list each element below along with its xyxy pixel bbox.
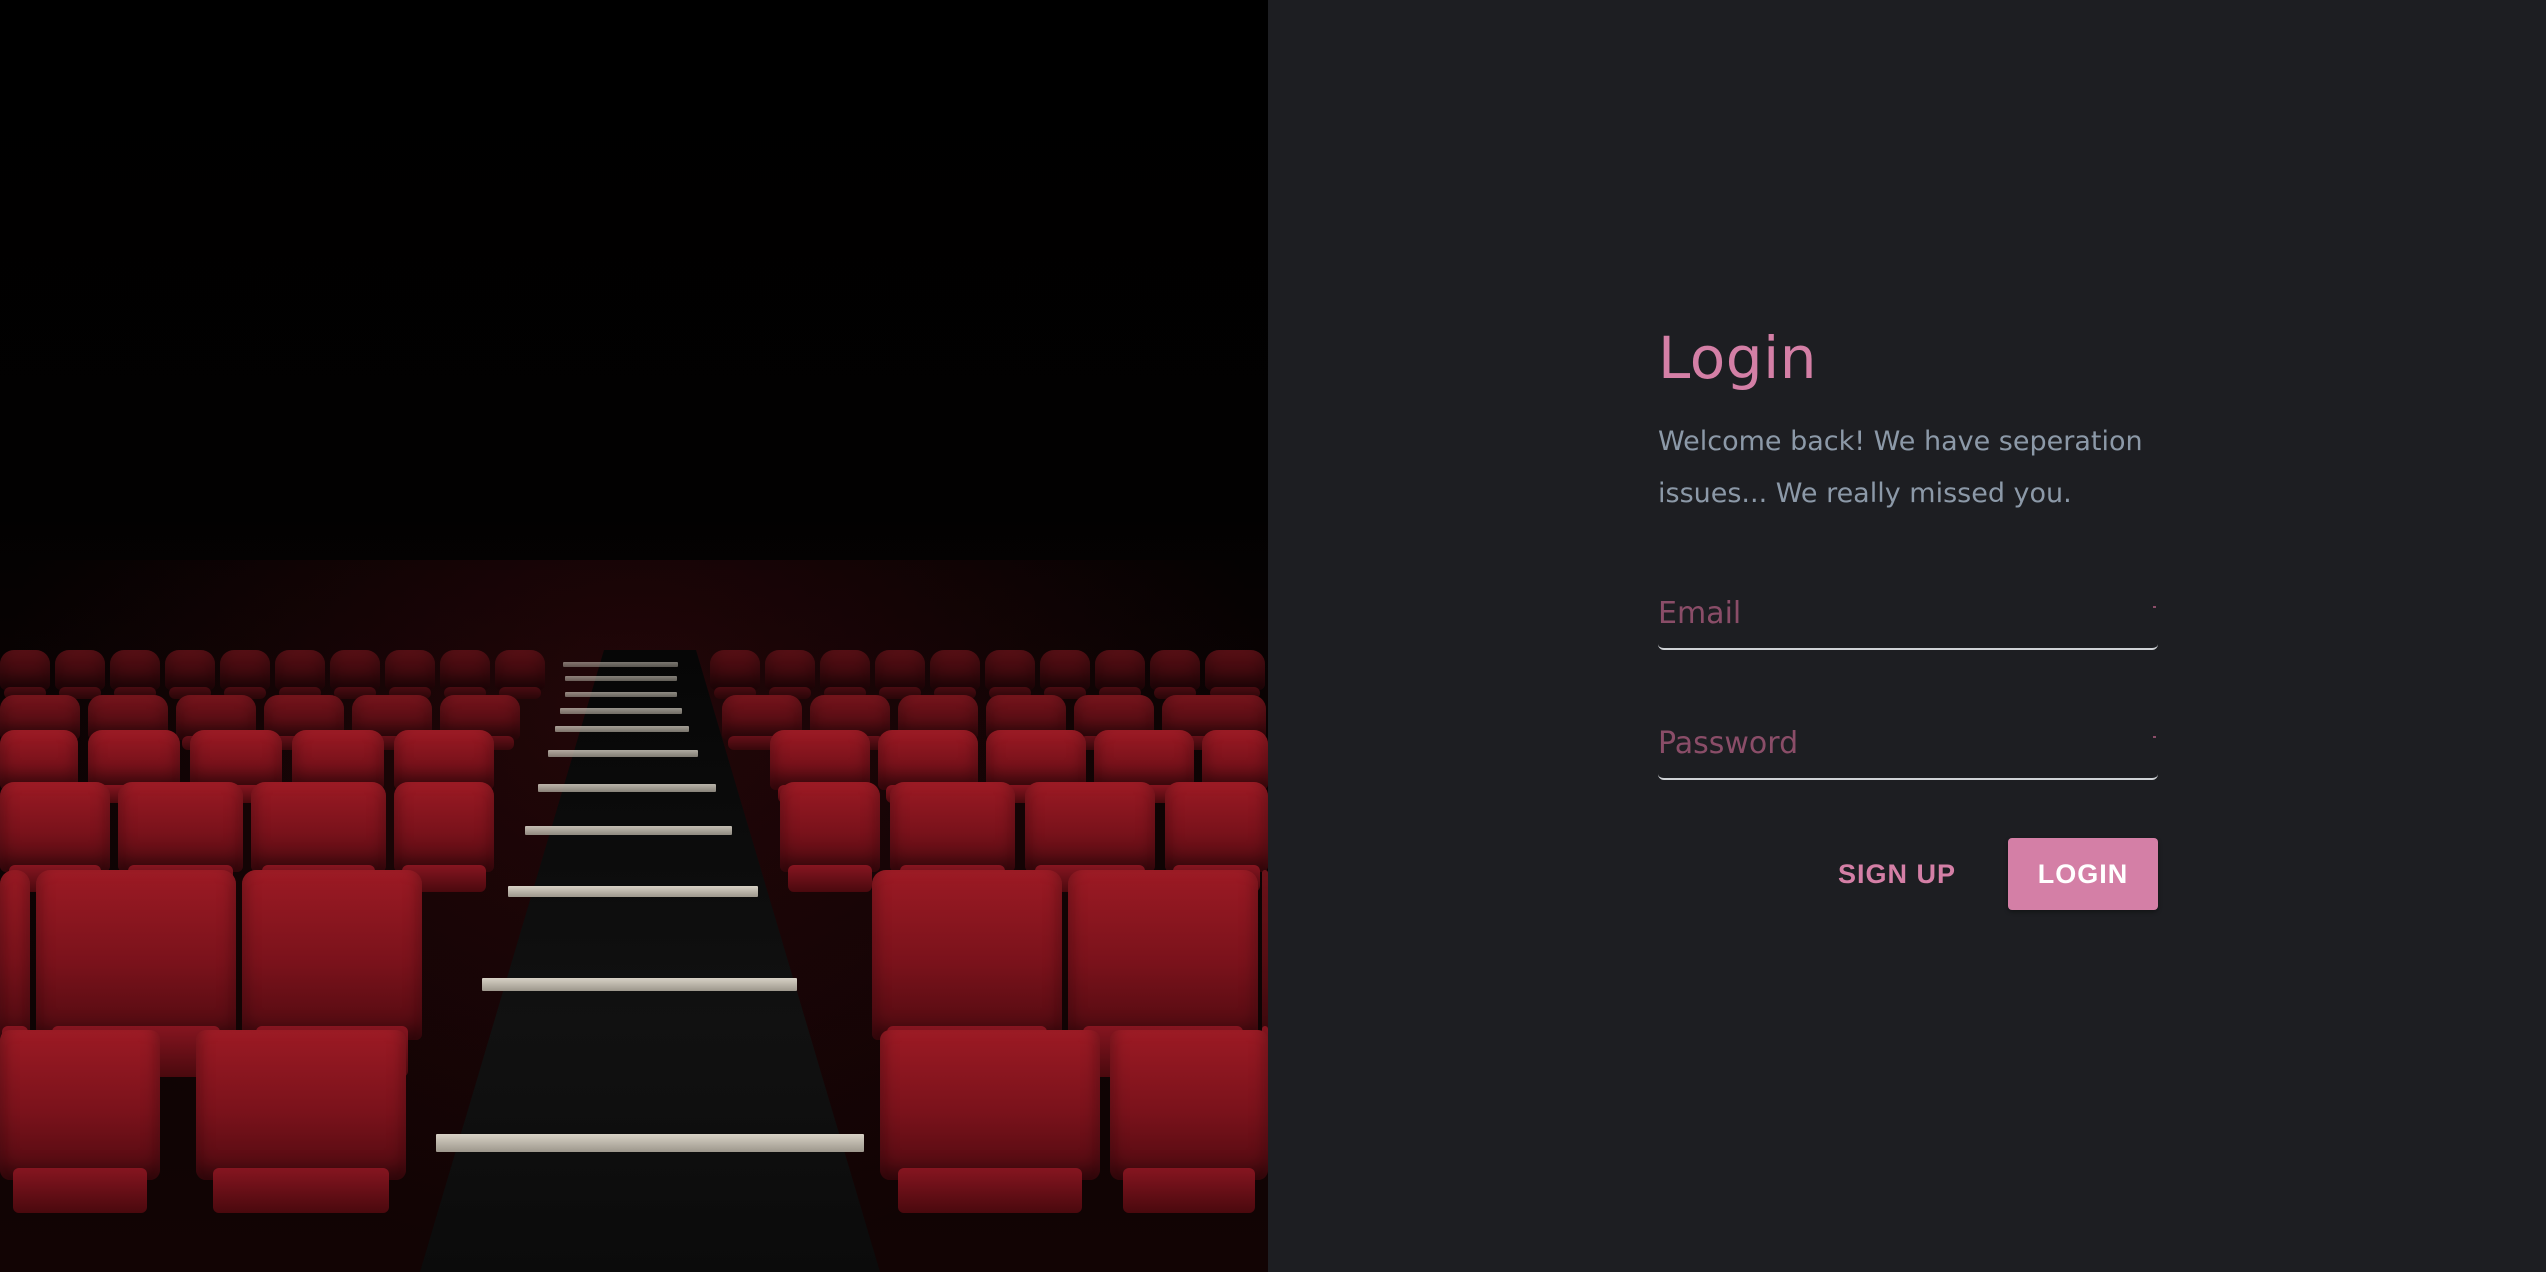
password-field-container <box>1658 698 2158 780</box>
seat <box>1110 1030 1268 1213</box>
email-field-container <box>1658 568 2158 650</box>
seat <box>1150 650 1200 699</box>
aisle-step <box>436 1134 864 1152</box>
seat <box>875 650 925 699</box>
seat <box>780 782 880 892</box>
aisle-step <box>563 662 678 667</box>
seat <box>251 782 386 892</box>
seat <box>872 870 1062 1078</box>
seat <box>292 730 384 804</box>
seat <box>985 650 1035 699</box>
seat <box>890 782 1015 892</box>
form-actions: SIGN UP LOGIN <box>1658 838 2158 910</box>
seat <box>385 650 435 699</box>
seat <box>394 782 494 892</box>
seat <box>1025 782 1155 892</box>
seat <box>1202 730 1268 804</box>
seat <box>36 870 236 1078</box>
login-page: Login Welcome back! We have seperation i… <box>0 0 2546 1272</box>
seat <box>820 650 870 699</box>
seat <box>1165 782 1268 892</box>
seat <box>1095 650 1145 699</box>
aisle-step <box>555 726 689 732</box>
email-field[interactable] <box>1658 568 2158 648</box>
aisle-step <box>525 826 732 835</box>
seat <box>1205 650 1265 699</box>
seat <box>878 730 978 804</box>
seat <box>710 650 760 699</box>
login-panel: Login Welcome back! We have seperation i… <box>1268 0 2546 1272</box>
seat <box>242 870 422 1078</box>
seat <box>0 730 78 804</box>
seat <box>0 870 30 1078</box>
seat <box>440 650 490 699</box>
aisle-step <box>482 978 797 991</box>
seat <box>986 730 1086 804</box>
theater-hero-image <box>0 0 1268 1272</box>
sign-up-button[interactable]: SIGN UP <box>1826 838 1968 910</box>
login-form: Login Welcome back! We have seperation i… <box>1658 318 2158 910</box>
field-resize-mark <box>2153 606 2156 608</box>
seat <box>275 650 325 699</box>
seat <box>1040 650 1090 699</box>
field-resize-mark <box>2153 736 2156 738</box>
seat <box>118 782 243 892</box>
seat <box>110 650 160 699</box>
seat <box>165 650 215 699</box>
seat <box>330 650 380 699</box>
page-title: Login <box>1658 324 1817 392</box>
seat <box>190 730 282 804</box>
aisle-step <box>565 692 677 697</box>
aisle-step <box>508 886 758 897</box>
aisle-step <box>548 750 698 757</box>
seat <box>880 1030 1100 1213</box>
seat <box>220 650 270 699</box>
aisle-step <box>538 784 716 792</box>
password-field[interactable] <box>1658 698 2158 778</box>
seat <box>495 650 545 699</box>
seat <box>770 730 870 804</box>
seat <box>1068 870 1258 1078</box>
seat <box>55 650 105 699</box>
welcome-message: Welcome back! We have seperation issues.… <box>1658 426 2143 509</box>
login-button[interactable]: LOGIN <box>2008 838 2158 910</box>
seat <box>0 1030 160 1213</box>
seat <box>0 782 110 892</box>
aisle-step <box>560 708 682 714</box>
seat <box>394 730 494 804</box>
seat <box>765 650 815 699</box>
aisle-step <box>565 676 677 681</box>
seat <box>1094 730 1194 804</box>
seat <box>88 730 180 804</box>
seat <box>196 1030 406 1213</box>
seat <box>0 650 50 699</box>
seat <box>930 650 980 699</box>
